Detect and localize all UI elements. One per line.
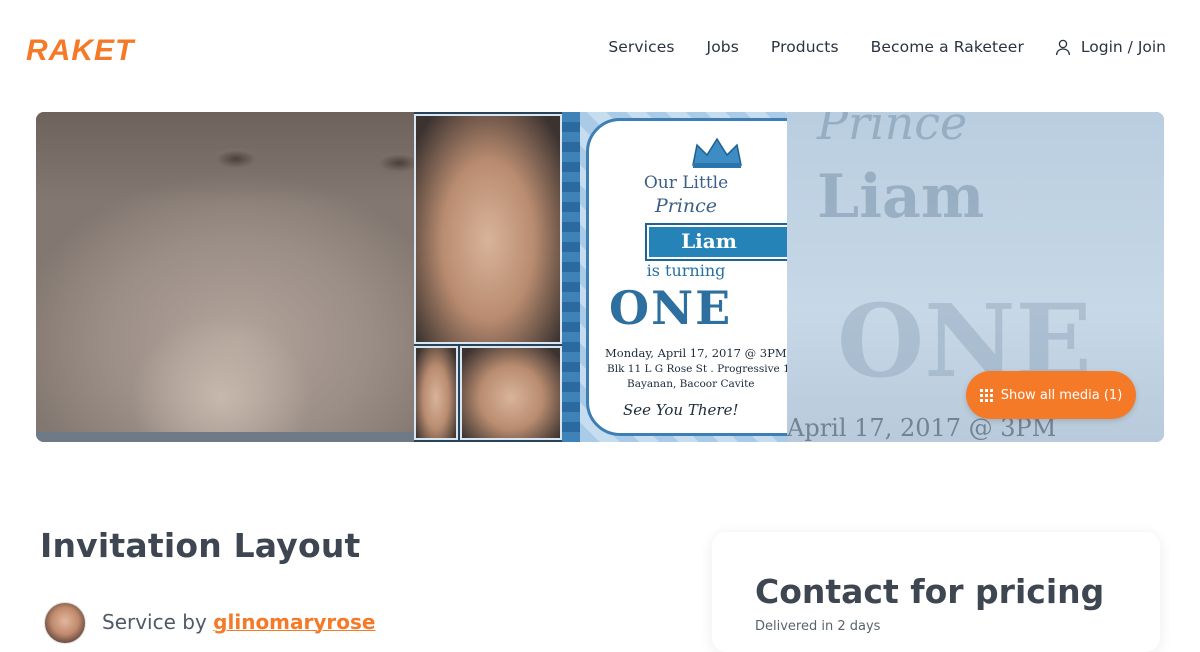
baby-photo-large: [414, 114, 562, 344]
login-join-label: Login / Join: [1080, 38, 1166, 56]
grid-icon: [979, 388, 993, 402]
pricing-title: Contact for pricing: [755, 572, 1105, 611]
seller-avatar[interactable]: [44, 602, 86, 644]
nav-services[interactable]: Services: [608, 38, 674, 56]
invitation-name: Liam: [681, 229, 737, 253]
invitation-age: ONE: [609, 281, 733, 335]
invitation-address-2: Bayanan, Bacoor Cavite: [627, 378, 755, 390]
user-icon: [1055, 39, 1071, 56]
invitation-turning: is turning: [646, 261, 726, 280]
invitation-card: Our Little Prince Liam is turning ONE Mo…: [586, 118, 816, 436]
invitation-line2: Prince: [654, 195, 718, 217]
baby-photo-small-right: [460, 346, 562, 440]
blur-text-name: Liam: [817, 162, 985, 232]
invitation-closing: See You There!: [623, 401, 739, 419]
media-gallery[interactable]: Our Little Prince Liam is turning ONE Mo…: [36, 112, 1164, 442]
site-header: RAKET Services Jobs Products Become a Ra…: [0, 0, 1200, 100]
invitation-date: Monday, April 17, 2017 @ 3PM: [605, 346, 787, 360]
nav-jobs[interactable]: Jobs: [707, 38, 739, 56]
main-nav: Services Jobs Products Become a Raketeer…: [576, 38, 1166, 56]
service-title: Invitation Layout: [40, 526, 361, 565]
logo-text: RAKET: [26, 34, 136, 65]
name-ribbon: Liam: [647, 225, 801, 259]
seller-name-link[interactable]: glinomaryrose: [213, 610, 375, 634]
gallery-image-blurred-left: [36, 112, 424, 442]
service-by-text: Service by glinomaryrose: [102, 610, 376, 634]
blur-text-prince: Prince: [817, 112, 968, 150]
nav-products[interactable]: Products: [771, 38, 839, 56]
invitation-image: Our Little Prince Liam is turning ONE Mo…: [580, 112, 816, 442]
raket-logo[interactable]: RAKET: [24, 33, 158, 65]
pattern-strip: [562, 112, 580, 442]
baby-photo-small-left: [414, 346, 458, 440]
login-join-link[interactable]: Login / Join: [1054, 38, 1166, 56]
seller-info: Service by glinomaryrose: [44, 602, 376, 644]
show-all-media-button[interactable]: Show all media (1): [966, 371, 1136, 419]
delivery-time: Delivered in 2 days: [755, 619, 881, 634]
service-by-prefix: Service by: [102, 610, 207, 634]
invitation-address-1: Blk 11 L G Rose St . Progressive 1: [607, 363, 790, 375]
invitation-line1: Our Little: [643, 173, 729, 193]
nav-become-raketeer[interactable]: Become a Raketeer: [871, 38, 1024, 56]
gallery-photo-collage: [414, 112, 580, 442]
crown-icon: [692, 137, 742, 168]
pricing-card: Contact for pricing Delivered in 2 days: [712, 532, 1160, 652]
show-all-media-label: Show all media (1): [1000, 387, 1123, 403]
